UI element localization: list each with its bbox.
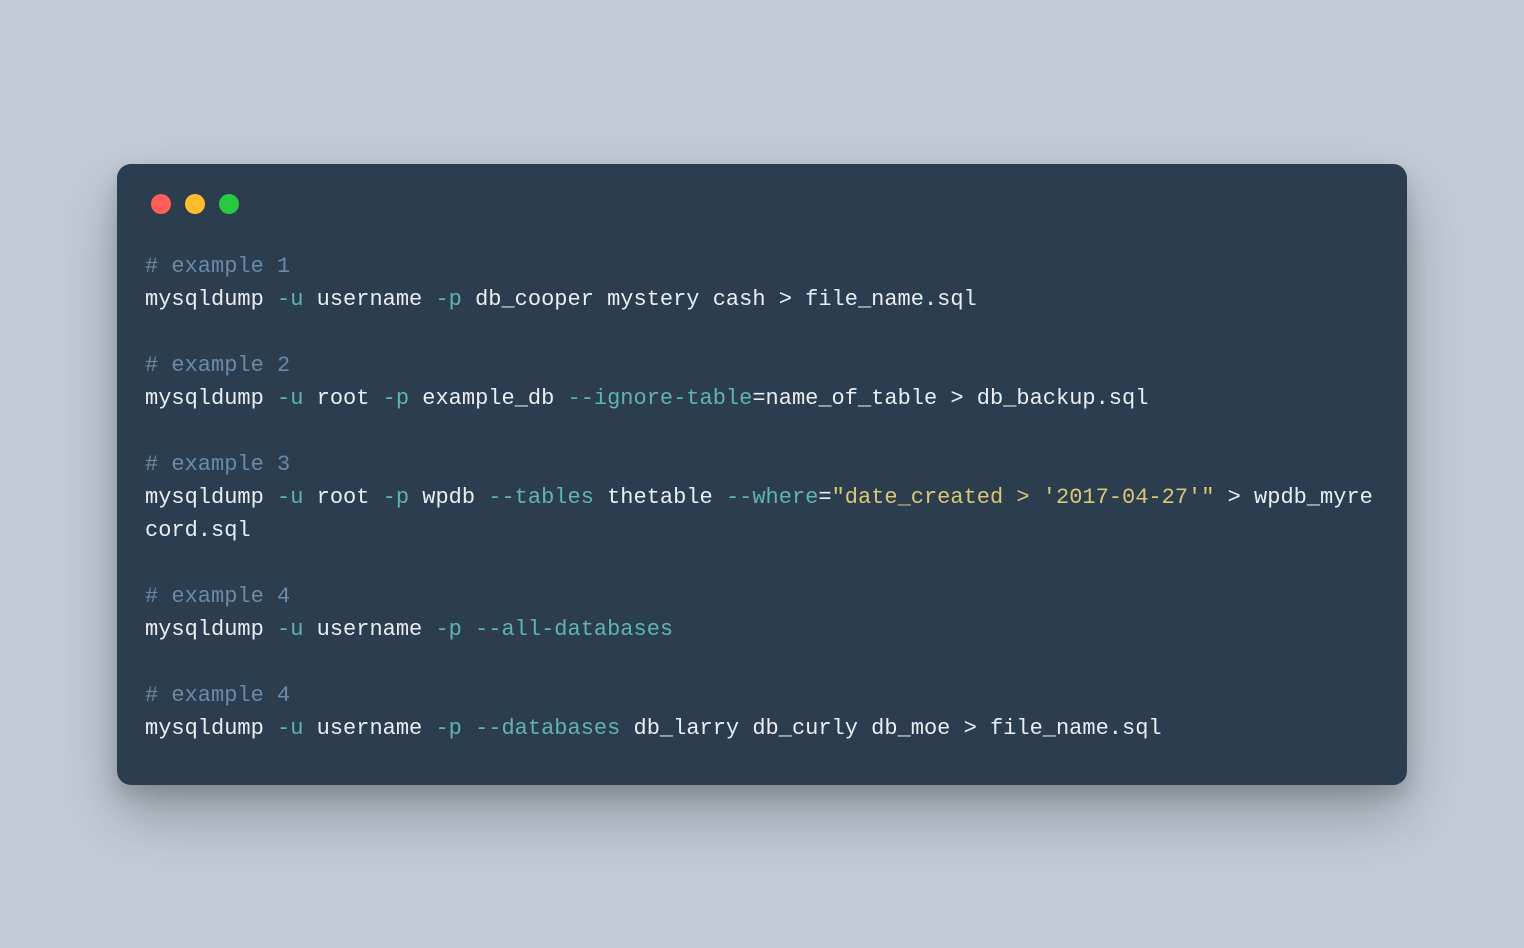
comment-line: # example 2 — [145, 353, 290, 378]
flag: -u — [277, 485, 303, 510]
flag: -u — [277, 716, 303, 741]
window-titlebar — [145, 188, 1379, 214]
comment-line: # example 4 — [145, 584, 290, 609]
code-text: mysqldump — [145, 716, 277, 741]
code-text: mysqldump — [145, 485, 277, 510]
flag: -p — [383, 386, 409, 411]
comment-line: # example 4 — [145, 683, 290, 708]
code-text — [462, 617, 475, 642]
minimize-icon[interactable] — [185, 194, 205, 214]
flag: -p — [435, 617, 461, 642]
code-text: root — [303, 485, 382, 510]
code-text: =name_of_table > db_backup.sql — [752, 386, 1148, 411]
code-text: db_larry db_curly db_moe > file_name.sql — [620, 716, 1161, 741]
code-text: db_cooper mystery cash > file_name.sql — [462, 287, 977, 312]
code-text: username — [303, 617, 435, 642]
code-block: # example 1 mysqldump -u username -p db_… — [145, 250, 1379, 745]
flag: -u — [277, 617, 303, 642]
comment-line: # example 1 — [145, 254, 290, 279]
code-text: example_db — [409, 386, 567, 411]
code-text: mysqldump — [145, 617, 277, 642]
code-text — [462, 716, 475, 741]
flag: --where — [726, 485, 818, 510]
flag: --all-databases — [475, 617, 673, 642]
flag: -u — [277, 386, 303, 411]
code-text: thetable — [594, 485, 726, 510]
code-text: username — [303, 716, 435, 741]
code-text: = — [818, 485, 831, 510]
close-icon[interactable] — [151, 194, 171, 214]
code-text: username — [303, 287, 435, 312]
flag: -u — [277, 287, 303, 312]
string-literal: "date_created > '2017-04-27'" — [832, 485, 1215, 510]
flag: -p — [435, 287, 461, 312]
code-text: mysqldump — [145, 287, 277, 312]
terminal-window: # example 1 mysqldump -u username -p db_… — [117, 164, 1407, 785]
flag: -p — [435, 716, 461, 741]
flag: --databases — [475, 716, 620, 741]
flag: --tables — [488, 485, 594, 510]
flag: --ignore-table — [568, 386, 753, 411]
code-text: mysqldump — [145, 386, 277, 411]
maximize-icon[interactable] — [219, 194, 239, 214]
comment-line: # example 3 — [145, 452, 290, 477]
flag: -p — [383, 485, 409, 510]
code-text: wpdb — [409, 485, 488, 510]
code-text: root — [303, 386, 382, 411]
